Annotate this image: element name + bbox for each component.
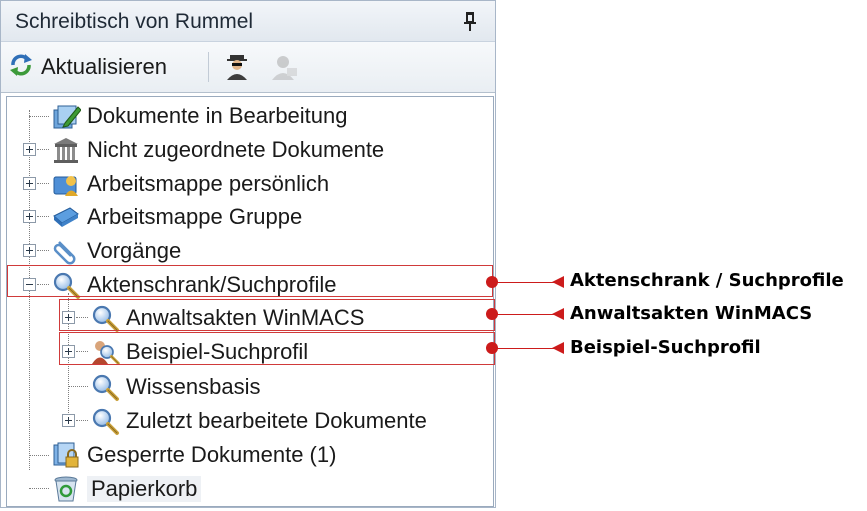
callout-label: Aktenschrank / Suchprofile xyxy=(570,270,844,291)
callout-line xyxy=(492,282,554,283)
tree-connector xyxy=(37,149,49,150)
tree-item-vorgaenge[interactable]: Vorgänge xyxy=(51,236,181,266)
tree-item-label: Vorgänge xyxy=(87,238,182,263)
agent-user-icon xyxy=(227,55,247,80)
tree-item-wissensbasis[interactable]: Wissensbasis xyxy=(90,372,260,402)
tree-item-label: Wissensbasis xyxy=(126,374,261,399)
recycle-bin-icon xyxy=(54,476,78,502)
highlight-box xyxy=(7,265,493,297)
callout-arrowhead xyxy=(552,342,564,354)
tree-connector xyxy=(37,216,49,217)
refresh-button[interactable]: Aktualisieren xyxy=(7,50,167,84)
tree-connector xyxy=(29,116,49,117)
tree-connector xyxy=(29,488,49,489)
tree-connector xyxy=(76,420,88,421)
tree-item-label: Arbeitsmappe Gruppe xyxy=(87,204,303,229)
archive-building-icon xyxy=(54,138,78,163)
tree-item-label: Nicht zugeordnete Dokumente xyxy=(87,137,385,162)
tree-item-label: Dokumente in Bearbeitung xyxy=(87,103,348,128)
expand-toggle[interactable] xyxy=(23,244,36,257)
expand-toggle[interactable] xyxy=(62,414,75,427)
tree-item-label: Gesperrte Dokumente (1) xyxy=(87,442,337,467)
toolbar-separator xyxy=(208,52,209,82)
tree-connector xyxy=(37,250,49,251)
tree-item-dokumente-in-bearbeitung[interactable]: Dokumente in Bearbeitung xyxy=(51,101,348,131)
callout-line xyxy=(492,348,554,349)
personal-folder-icon xyxy=(53,176,78,196)
panel-titlebar: Schreibtisch von Rummel xyxy=(1,1,495,42)
toolbar: Aktualisieren xyxy=(1,42,495,93)
highlight-box xyxy=(59,299,495,331)
expand-toggle[interactable] xyxy=(23,143,36,156)
tree-item-nicht-zugeordnete-dokumente[interactable]: Nicht zugeordnete Dokumente xyxy=(51,135,384,165)
expand-toggle[interactable] xyxy=(23,210,36,223)
tree-item-arbeitsmappe-gruppe[interactable]: Arbeitsmappe Gruppe xyxy=(51,202,302,232)
edit-documents-icon xyxy=(53,105,81,129)
tree-item-label: Papierkorb xyxy=(87,476,202,502)
callout-arrowhead xyxy=(552,308,564,320)
tree-item-zuletzt-bearbeitete-dokumente[interactable]: Zuletzt bearbeitete Dokumente xyxy=(90,406,427,436)
callout-arrowhead xyxy=(552,276,564,288)
callout-label: Anwaltsakten WinMACS xyxy=(570,303,813,324)
group-folder-icon xyxy=(53,207,79,227)
panel-title: Schreibtisch von Rummel xyxy=(15,10,254,33)
tree-item-papierkorb[interactable]: Papierkorb xyxy=(51,474,202,504)
tree-item-gesperrte-dokumente[interactable]: Gesperrte Dokumente (1) xyxy=(51,440,336,470)
user-disabled-button[interactable] xyxy=(269,52,299,82)
pin-icon[interactable] xyxy=(463,11,477,31)
tree-item-label: Arbeitsmappe persönlich xyxy=(87,171,330,196)
tree-item-arbeitsmappe-persoenlich[interactable]: Arbeitsmappe persönlich xyxy=(51,169,329,199)
callout-label: Beispiel-Suchprofil xyxy=(570,337,761,358)
refresh-label: Aktualisieren xyxy=(41,54,167,79)
user-disabled-icon xyxy=(272,56,297,80)
highlight-box xyxy=(59,332,495,365)
tree-connector xyxy=(29,455,49,456)
desk-panel: Schreibtisch von Rummel Aktualisieren Do… xyxy=(0,0,496,508)
refresh-icon xyxy=(7,51,35,84)
search-icon xyxy=(92,408,119,435)
tree-item-label: Zuletzt bearbeitete Dokumente xyxy=(126,408,427,433)
tree-connector xyxy=(68,386,88,387)
agent-user-button[interactable] xyxy=(222,52,252,82)
expand-toggle[interactable] xyxy=(23,177,36,190)
tree-connector xyxy=(37,183,49,184)
callout-line xyxy=(492,314,554,315)
paperclip-icon xyxy=(53,241,76,265)
search-icon xyxy=(92,374,119,401)
locked-documents-icon xyxy=(53,442,79,468)
